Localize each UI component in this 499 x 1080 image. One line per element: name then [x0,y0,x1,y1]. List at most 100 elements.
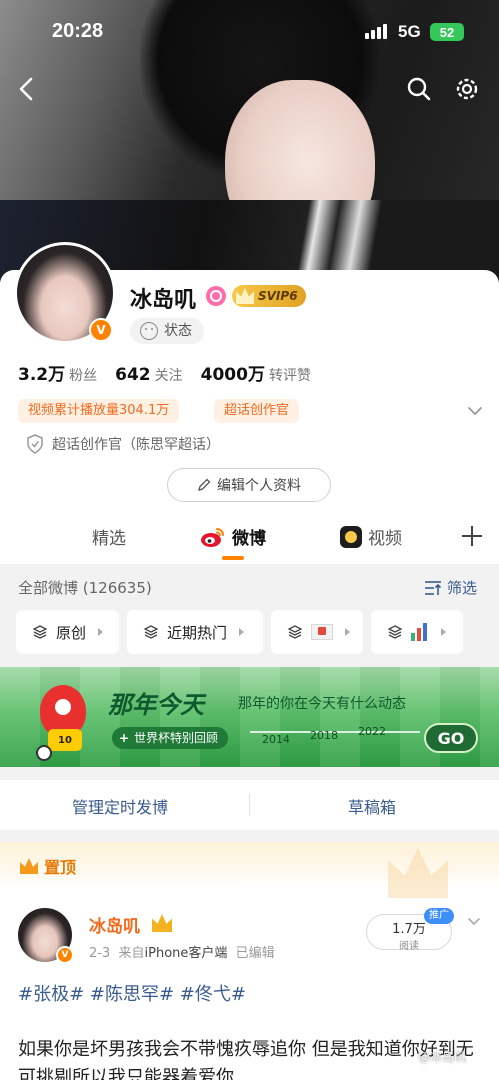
drafts-button[interactable]: 草稿箱 [348,794,396,818]
verified-badge-icon: V [56,946,74,964]
stat-fans-num: 3.2万 [18,365,66,385]
gear-icon[interactable] [452,74,482,104]
signal-icon [365,24,387,39]
status-button[interactable]: 状态 [130,318,204,344]
pinned-label: 置顶 [20,854,76,878]
status-label: 状态 [164,323,192,339]
scheduled-posts-button[interactable]: 管理定时发博 [72,794,168,818]
banner-subtitle: 那年的你在今天有什么动态 [238,696,406,712]
emoji-icon [140,322,158,340]
chevron-down-icon[interactable] [466,402,484,420]
on-this-day-banner[interactable]: 10 那年今天 那年的你在今天有什么动态 世界杯特别回顾 2014 2018 2… [0,667,499,767]
stat-following[interactable]: 642 关注 [115,365,183,385]
envelope-icon [311,624,333,640]
stat-interactions-label: 转评赞 [268,368,311,384]
banner-pill: 世界杯特别回顾 [112,727,229,749]
video-plays-tag[interactable]: 视频累计播放量304.1万 [18,399,180,423]
verified-badge-icon: V [89,318,113,342]
tab-featured-label: 精选 [92,529,126,549]
pinned-post[interactable]: 置顶 V 冰岛叽 2-3 来自iPhone客户端 已编辑 1.7万 阅读 推广 … [0,842,499,1080]
chip-mail[interactable] [271,610,363,654]
stack-icon [143,625,159,639]
post-source: iPhone客户端 [144,946,228,961]
go-button[interactable]: GO [424,723,478,753]
caret-right-icon [441,628,446,636]
status-time: 20:28 [52,20,104,42]
filter-icon [425,580,442,595]
battery-icon: 52 [430,23,464,41]
filter-button[interactable]: 筛选 [424,577,477,598]
reads-label: 阅读 [399,941,419,952]
svip-badge[interactable]: SVIP6 [232,285,306,307]
stat-interactions-num: 4000万 [200,365,265,385]
filter-label: 筛选 [447,579,478,597]
search-icon[interactable] [404,74,434,104]
football-icon [36,745,52,761]
back-icon[interactable] [12,74,42,104]
active-tab-indicator [222,556,244,560]
tab-video[interactable]: 视频 [340,524,402,549]
banner-year: 2018 [310,729,338,742]
profile-tabs: 精选 微博 视频 [0,514,499,564]
weibo-count-heading: 全部微博 (126635) [18,579,152,597]
post-date: 2-3 [89,946,111,961]
stack-icon [287,625,303,639]
pencil-icon [198,478,211,491]
banner-year: 2022 [358,725,386,738]
profile-name: 冰岛叽 [130,288,197,313]
chip-stats[interactable] [371,610,463,654]
crown-decoration-icon [388,848,448,898]
chip-recent-hot[interactable]: 近期热门 [127,610,263,654]
caret-right-icon [239,628,245,636]
profile-card: V 冰岛叽 SVIP6 状态 3.2万 粉丝 642 关注 4000万 转评赞 视频累… [0,242,499,564]
crown-icon [20,858,38,874]
weibo-icon [201,527,224,547]
chevron-down-icon[interactable] [466,914,482,930]
post-edited: 已编辑 [235,946,275,961]
tab-featured[interactable]: 精选 [92,524,126,549]
stat-following-num: 642 [115,365,151,385]
shield-icon [27,434,43,454]
network-label: 5G [398,22,421,41]
video-icon [340,525,362,548]
stats-row: 3.2万 粉丝 642 关注 4000万 转评赞 [18,360,311,385]
super-topic-row[interactable]: 超话创作官（陈思罕超话） [26,434,220,454]
mascot-shirt: 10 [48,729,82,751]
chip-original[interactable]: 原创 [16,610,119,654]
chip-original-label: 原创 [56,623,87,642]
promote-badge[interactable]: 推广 [424,908,454,924]
pinned-text: 置顶 [44,858,77,877]
stat-fans[interactable]: 3.2万 粉丝 [18,360,97,385]
svip-label: SVIP6 [258,289,298,303]
post-meta: 2-3 来自iPhone客户端 已编辑 [89,942,275,961]
caret-right-icon [98,628,104,636]
super-topic-label: 超话创作官（陈思罕超话） [52,437,220,453]
bar-chart-icon [411,623,429,641]
stack-icon [32,625,48,639]
creator-tag[interactable]: 超话创作官 [214,399,300,423]
stack-icon [387,625,403,639]
banner-title: 那年今天 [108,691,204,719]
post-source-prefix: 来自 [118,946,145,961]
post-text: 如果你是坏男孩我会不带愧疚辱追你 但是我知道你好到无可挑剔所以我只能器着爱你 [18,1039,474,1080]
vip-icon[interactable] [206,286,226,306]
status-bar: 20:28 5G 52 [0,0,499,64]
plus-icon[interactable] [458,522,486,550]
tab-weibo-label: 微博 [232,529,266,549]
tab-video-label: 视频 [368,529,402,549]
edit-profile-button[interactable]: 编辑个人资料 [167,468,331,502]
chip-recent-hot-label: 近期热门 [167,623,228,642]
crown-icon [152,914,172,932]
post-hashtags[interactable]: #张极# #陈思罕# #佟弋# [18,980,246,1006]
manage-bar: 管理定时发博 草稿箱 [0,780,499,830]
banner-year: 2014 [262,733,290,746]
divider [249,794,250,816]
crown-icon [236,288,254,304]
watermark: @冰岛叽 [418,1050,467,1064]
battery-level: 52 [439,24,455,40]
post-author[interactable]: 冰岛叽 [89,912,140,937]
stat-interactions[interactable]: 4000万 转评赞 [201,360,311,385]
tab-weibo[interactable]: 微博 [200,524,266,549]
edit-profile-label: 编辑个人资料 [217,478,301,494]
stat-fans-label: 粉丝 [69,368,98,384]
